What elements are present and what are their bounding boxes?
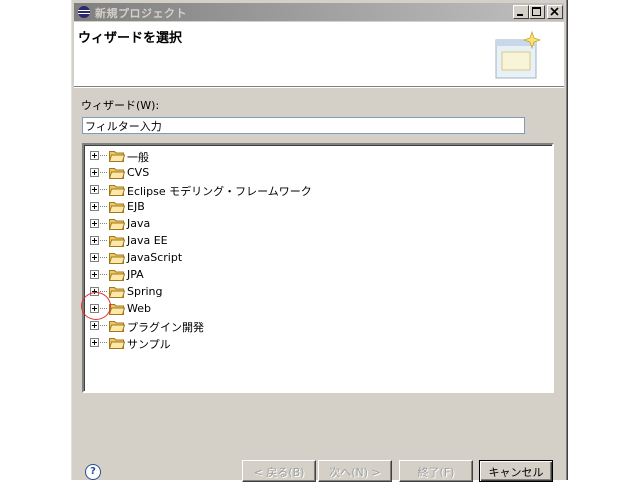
tree-item[interactable]: Java — [90, 215, 530, 232]
help-icon[interactable]: ? — [85, 464, 101, 480]
cancel-button[interactable]: キャンセル — [479, 460, 553, 482]
folder-icon — [109, 151, 125, 162]
tree-item[interactable]: EJB — [90, 198, 530, 215]
folder-icon — [109, 338, 125, 349]
close-icon — [550, 7, 559, 16]
next-button[interactable]: 次へ(N) > — [318, 460, 392, 482]
folder-icon — [109, 321, 125, 332]
tree-item-label: Web — [127, 302, 151, 315]
tree-item-label: Java EE — [127, 234, 168, 247]
tree-item[interactable]: CVS — [90, 164, 530, 181]
banner-divider — [74, 87, 564, 88]
tree-item-label: Java — [127, 217, 151, 230]
tree-item[interactable]: Java EE — [90, 232, 530, 249]
expand-icon[interactable] — [90, 219, 99, 228]
folder-icon — [109, 202, 125, 213]
tree-connector — [100, 257, 107, 258]
minimize-icon — [517, 14, 523, 16]
eclipse-icon — [78, 6, 90, 18]
tree-connector — [100, 274, 107, 275]
tree-item-label: JavaScript — [127, 251, 183, 264]
folder-icon — [109, 219, 125, 230]
folder-icon — [109, 270, 125, 281]
folder-icon — [109, 185, 125, 196]
expand-icon[interactable] — [90, 270, 99, 279]
wizard-banner: ウィザードを選択 — [74, 22, 564, 87]
expand-icon[interactable] — [90, 338, 99, 347]
maximize-button[interactable] — [529, 5, 545, 19]
wizard-tree[interactable]: 一般 CVS Eclipse モデリング・フレームワーク EJB Java Java EE… — [82, 143, 554, 393]
tree-item[interactable]: Eclipse モデリング・フレームワーク — [90, 181, 530, 198]
close-button[interactable] — [547, 5, 563, 19]
tree-item-label: プラグイン開発 — [127, 321, 204, 334]
annotation-circle — [81, 292, 111, 320]
tree-item[interactable]: JPA — [90, 266, 530, 283]
folder-icon — [109, 253, 125, 264]
wizard-label: ウィザード(W): — [81, 99, 160, 112]
tree-item[interactable]: サンプル — [90, 334, 530, 351]
maximize-icon — [532, 7, 541, 16]
expand-icon[interactable] — [90, 185, 99, 194]
folder-icon — [109, 236, 125, 247]
tree-connector — [100, 189, 107, 190]
finish-button[interactable]: 終了(F) — [399, 460, 473, 482]
tree-connector — [100, 223, 107, 224]
expand-icon[interactable] — [90, 236, 99, 245]
tree-connector — [100, 172, 107, 173]
tree-connector — [100, 155, 107, 156]
window-title: 新規プロジェクト — [95, 7, 187, 20]
tree-connector — [100, 240, 107, 241]
filter-input[interactable] — [82, 117, 525, 134]
tree-item-label: EJB — [127, 200, 145, 213]
banner-title: ウィザードを選択 — [78, 31, 183, 46]
expand-icon[interactable] — [90, 168, 99, 177]
tree-item-label: 一般 — [127, 151, 149, 164]
back-button[interactable]: < 戻る(B) — [242, 460, 316, 482]
folder-icon — [109, 168, 125, 179]
tree-item[interactable]: Web — [90, 300, 530, 317]
folder-icon — [109, 304, 125, 315]
expand-icon[interactable] — [90, 321, 99, 330]
tree-connector — [100, 325, 107, 326]
tree-connector — [100, 342, 107, 343]
expand-icon[interactable] — [90, 202, 99, 211]
new-project-dialog: 新規プロジェクト ウィザードを選択 ウィザード(W): 一般 CVS Eclipse… — [70, 0, 568, 482]
new-wizard-icon — [495, 30, 542, 79]
tree-item-label: JPA — [127, 268, 144, 281]
tree-item-label: サンプル — [127, 338, 171, 351]
minimize-button[interactable] — [513, 5, 529, 19]
folder-icon — [109, 287, 125, 298]
expand-icon[interactable] — [90, 151, 99, 160]
expand-icon[interactable] — [90, 253, 99, 262]
tree-item[interactable]: 一般 — [90, 147, 530, 164]
tree-item[interactable]: JavaScript — [90, 249, 530, 266]
tree-item-label: Spring — [127, 285, 163, 298]
title-bar[interactable]: 新規プロジェクト — [74, 3, 564, 21]
tree-item-label: CVS — [127, 166, 150, 179]
tree-connector — [100, 206, 107, 207]
tree-item[interactable]: プラグイン開発 — [90, 317, 530, 334]
tree-item[interactable]: Spring — [90, 283, 530, 300]
tree-item-label: Eclipse モデリング・フレームワーク — [127, 185, 312, 198]
